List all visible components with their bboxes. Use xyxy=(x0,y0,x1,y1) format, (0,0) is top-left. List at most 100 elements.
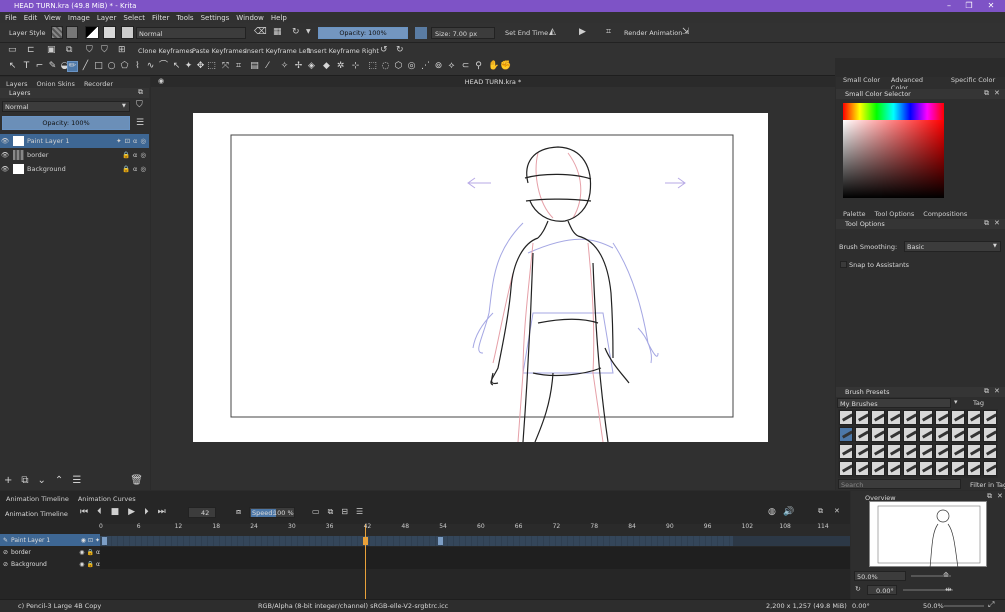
line-tool-icon[interactable]: ╱ xyxy=(81,62,90,71)
filter-icon[interactable]: ⛉ xyxy=(86,46,93,55)
layer-filter-icon[interactable]: ⛉ xyxy=(136,101,143,110)
canvas-paper[interactable] xyxy=(193,113,768,443)
menu-file[interactable]: File xyxy=(5,14,17,22)
close-docker-icon[interactable]: ✕ xyxy=(997,493,1003,500)
menu-window[interactable]: Window xyxy=(236,14,264,22)
brush-preset-item[interactable] xyxy=(839,461,853,476)
lock-icon[interactable]: 🔒 xyxy=(87,549,94,556)
status-zoom-slider[interactable] xyxy=(944,605,984,607)
brush-preset-item[interactable] xyxy=(983,410,997,425)
brush-preset-item[interactable] xyxy=(919,410,933,425)
minimize-button[interactable]: – xyxy=(938,0,960,12)
new-document-icon[interactable]: ▭ xyxy=(8,46,17,55)
hue-bar[interactable] xyxy=(843,103,944,120)
pan-icon[interactable]: ✥ xyxy=(196,62,205,71)
onion-skin-toggle-icon[interactable]: ▭ xyxy=(312,507,320,517)
layer-row-paint-layer-1[interactable]: 👁 Paint Layer 1 ✦ ⊡ α ◎ xyxy=(0,134,149,148)
chevron-down-icon[interactable]: ▾ xyxy=(954,399,958,406)
eye-icon[interactable]: 👁 xyxy=(0,165,10,173)
brush-preset-item[interactable] xyxy=(855,410,869,425)
ellipse-tool-icon[interactable]: ○ xyxy=(107,62,116,71)
timeline-row-border[interactable]: ⊘ border ◉ 🔒 α xyxy=(0,546,100,558)
tab-palette[interactable]: Palette xyxy=(843,210,866,218)
polygon-tool-icon[interactable]: ⬠ xyxy=(120,62,129,71)
eye-icon[interactable]: ◉ xyxy=(79,561,84,568)
pin-icon[interactable]: ⊘ xyxy=(3,561,8,568)
brush-preset-item[interactable] xyxy=(967,461,981,476)
next-frame-icon[interactable]: ⏵ xyxy=(144,507,149,517)
crop-tool-icon[interactable]: ⌗ xyxy=(234,62,243,71)
lock-icon[interactable]: 🔒 xyxy=(87,561,94,568)
blend-mode-select[interactable]: Normal xyxy=(136,27,246,39)
bezier-tool-icon[interactable]: ∿ xyxy=(146,62,155,71)
duplicate-layer-icon[interactable]: ⧉ xyxy=(21,475,28,486)
flow-swatch[interactable] xyxy=(415,27,427,39)
saturation-value-field[interactable] xyxy=(843,120,944,198)
first-frame-icon[interactable]: ⏮ xyxy=(80,507,88,517)
gradient-tool-icon[interactable]: ▤ xyxy=(250,62,259,71)
paste-keyframes-button[interactable]: Paste Keyframes xyxy=(192,47,246,55)
close-button[interactable]: ✕ xyxy=(980,0,1002,12)
brush-preset-item[interactable] xyxy=(903,461,917,476)
drop-frames-icon[interactable]: ⧈ xyxy=(236,508,241,516)
eye-icon[interactable]: ◉ xyxy=(79,549,84,556)
tab-compositions[interactable]: Compositions xyxy=(923,210,967,218)
overview-rotation-spinbox[interactable]: 0.00° xyxy=(867,585,897,595)
edit-shapes-icon[interactable]: ⌐ xyxy=(35,62,44,71)
brush-preset-item[interactable] xyxy=(919,444,933,459)
inherit-alpha-icon[interactable]: ◎ xyxy=(140,151,146,159)
brush-preset-item[interactable] xyxy=(951,427,965,442)
brush-preset-item[interactable] xyxy=(919,461,933,476)
timeline-row-paint-layer-1[interactable]: ✎ Paint Layer 1 ◉ ⊡ ✦ xyxy=(0,534,100,546)
layer-row-border[interactable]: 👁 border 🔒 α ◎ xyxy=(0,148,149,162)
inherit-alpha-icon[interactable]: ◎ xyxy=(140,165,146,173)
filter-in-tag-checkbox[interactable]: Filter in Tag xyxy=(970,481,1005,489)
clone-keyframes-button[interactable]: Clone Keyframes xyxy=(138,47,193,55)
layer-copy-icon[interactable]: ⧉ xyxy=(66,46,72,55)
chevron-down-icon[interactable]: ▼ xyxy=(306,29,311,35)
float-docker-icon[interactable]: ⧉ xyxy=(984,90,989,97)
brush-smoothing-select[interactable]: Basic ▼ xyxy=(904,241,1001,252)
contiguous-select-icon[interactable]: ⋰ xyxy=(421,62,430,71)
mirror-horizontal-icon[interactable]: ◭ xyxy=(549,28,556,37)
brush-preset-item[interactable] xyxy=(951,410,965,425)
brush-preset-item[interactable] xyxy=(983,444,997,459)
audio-icon[interactable]: ◍ xyxy=(768,508,776,517)
timeline-settings-icon[interactable]: ☰ xyxy=(356,507,363,517)
brush-preset-item[interactable] xyxy=(951,444,965,459)
brush-search-input[interactable]: Search xyxy=(838,479,961,489)
brush-preset-item[interactable] xyxy=(967,444,981,459)
redo-icon[interactable]: ↻ xyxy=(396,46,404,55)
brush-preset-item[interactable] xyxy=(871,461,885,476)
layer-row-background[interactable]: 👁 Background 🔒 α ◎ xyxy=(0,162,149,176)
brush-preset-item[interactable] xyxy=(919,427,933,442)
close-docker-icon[interactable]: ✕ xyxy=(834,508,840,515)
tab-animation-curves[interactable]: Animation Curves xyxy=(78,495,136,503)
set-end-time-button[interactable]: Set End Time xyxy=(505,29,548,37)
brush-preset-item[interactable] xyxy=(903,444,917,459)
float-docker-icon[interactable]: ⧉ xyxy=(987,493,992,500)
eye-icon[interactable]: 👁 xyxy=(0,137,10,145)
stop-icon[interactable]: ■ xyxy=(111,507,120,517)
brush-preset-item[interactable] xyxy=(887,461,901,476)
status-rotation[interactable]: 0.00° xyxy=(852,602,870,610)
brush-preset-item[interactable] xyxy=(887,444,901,459)
float-docker-icon[interactable]: ⧉ xyxy=(138,89,143,96)
brush-size-slider[interactable]: Size: 7.00 px xyxy=(431,27,495,39)
eye-icon[interactable]: ◉ xyxy=(81,537,86,544)
menu-view[interactable]: View xyxy=(44,14,61,22)
brush-preset-item[interactable] xyxy=(935,427,949,442)
calligraphy-icon[interactable]: ✎ xyxy=(48,62,57,71)
speed-spinbox[interactable]: Speed: 100 % xyxy=(249,507,295,518)
brush-preset-item[interactable] xyxy=(951,461,965,476)
tab-onion-skins[interactable]: Onion Skins xyxy=(37,80,75,88)
hand-tool-icon[interactable]: ✊ xyxy=(500,62,511,71)
menu-edit[interactable]: Edit xyxy=(24,14,38,22)
speaker-icon[interactable]: 🔊 xyxy=(783,508,794,517)
insert-keyframe-left-button[interactable]: Insert Keyframe Left xyxy=(245,47,311,55)
alpha-lock-icon[interactable]: α xyxy=(133,151,137,159)
brush-preset-item[interactable] xyxy=(935,461,949,476)
rect-select-icon[interactable]: ⬚ xyxy=(368,62,377,71)
similar-select-icon[interactable]: ⊚ xyxy=(434,62,443,71)
opacity-slider[interactable]: Opacity: 100% xyxy=(318,27,408,39)
